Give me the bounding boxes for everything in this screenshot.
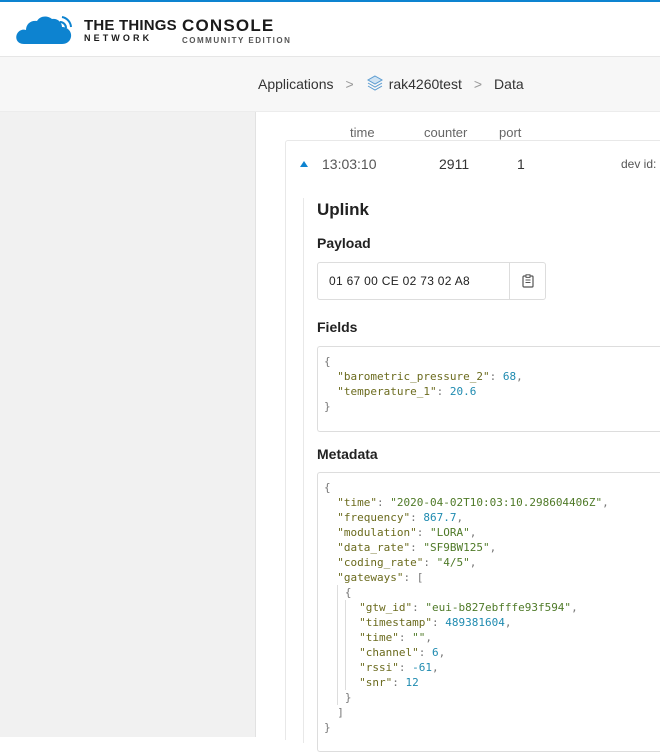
payload-heading: Payload	[317, 235, 371, 251]
row-dev-id-label: dev id:	[621, 157, 657, 171]
payload-hex[interactable]: 01 67 00 CE 02 73 02 A8	[329, 274, 470, 288]
gw-timestamp: 489381604	[445, 616, 505, 629]
gw-id: "eui-b827ebfffe93f594"	[425, 601, 572, 614]
json-value: 20.6	[449, 385, 477, 398]
gw-channel: 6	[431, 646, 439, 659]
gw-time: ""	[412, 631, 426, 644]
message-detail: Uplink Payload 01 67 00 CE 02 73 02 A8 F…	[303, 198, 660, 752]
console-edition: COMMUNITY EDITION	[182, 36, 292, 45]
json-key: "temperature_1"	[337, 385, 437, 398]
fields-json[interactable]: { "barometric_pressure_2": 68, "temperat…	[317, 346, 660, 432]
column-header-time: time	[350, 125, 375, 140]
gw-snr: 12	[405, 676, 419, 689]
application-icon	[366, 75, 383, 91]
console-title: CONSOLE	[182, 16, 275, 35]
detail-title: Uplink	[317, 200, 369, 219]
meta-modulation: "LORA"	[429, 526, 470, 539]
metadata-json[interactable]: { "time": "2020-04-02T10:03:10.298604406…	[317, 472, 660, 752]
breadcrumb-application-name[interactable]: rak4260test	[389, 76, 462, 92]
column-header-port: port	[499, 125, 522, 140]
json-key: "barometric_pressure_2"	[337, 370, 490, 383]
breadcrumb: Applications > rak4260test > Data	[258, 75, 524, 93]
meta-coding-rate: "4/5"	[436, 556, 470, 569]
row-time: 13:03:10	[322, 156, 377, 172]
breadcrumb-separator: >	[473, 76, 483, 92]
row-counter: 2911	[439, 156, 470, 172]
brand-name: THE THINGS	[84, 17, 177, 34]
column-header-counter: counter	[424, 125, 468, 140]
metadata-heading: Metadata	[317, 446, 378, 462]
meta-data-rate: "SF9BW125"	[423, 541, 490, 554]
meta-time: "2020-04-02T10:03:10.298604406Z"	[390, 496, 603, 509]
breadcrumb-applications[interactable]: Applications	[258, 76, 334, 92]
copy-payload-button[interactable]	[509, 263, 545, 299]
payload-box: 01 67 00 CE 02 73 02 A8	[317, 262, 546, 300]
collapse-caret-icon[interactable]	[300, 161, 308, 167]
fields-heading: Fields	[317, 319, 358, 335]
gw-rssi: -61	[412, 661, 432, 674]
brand-subname: NETWORK	[84, 33, 153, 43]
data-panel: time counter port 13:03:10 2911 1 dev id…	[257, 112, 660, 752]
breadcrumb-bar: Applications > rak4260test > Data	[0, 57, 660, 112]
breadcrumb-data[interactable]: Data	[494, 76, 524, 92]
row-port: 1	[517, 156, 525, 172]
ttn-logo-cloud-icon[interactable]	[14, 12, 76, 46]
breadcrumb-separator: >	[345, 76, 354, 92]
meta-gateways-key: "gateways"	[337, 571, 404, 584]
top-bar: THE THINGS NETWORK CONSOLE COMMUNITY EDI…	[0, 0, 660, 57]
sidebar	[0, 112, 256, 737]
clipboard-icon	[521, 274, 534, 288]
meta-frequency: 867.7	[423, 511, 457, 524]
json-value: 68	[502, 370, 517, 383]
